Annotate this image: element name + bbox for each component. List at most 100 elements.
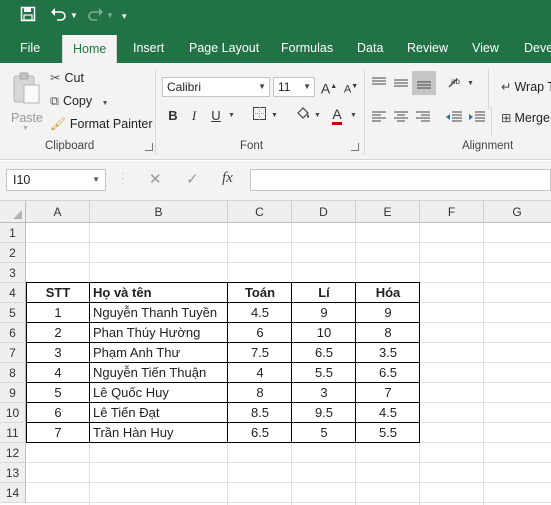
table-cell[interactable]: 4 [26,363,90,383]
bold-button[interactable]: B [162,105,184,127]
table-cell[interactable]: 8 [356,323,420,343]
italic-button[interactable]: I [183,105,205,127]
table-header-cell[interactable]: STT [26,283,90,303]
font-size-combo[interactable]: 11 ▼ [273,77,315,97]
table-cell[interactable]: 3 [26,343,90,363]
formula-input[interactable] [250,169,551,191]
row-header-2[interactable]: 2 [0,243,26,263]
undo-dropdown-icon[interactable]: ▼ [70,6,78,26]
table-cell[interactable]: 5 [26,383,90,403]
table-header-cell[interactable]: Toán [228,283,292,303]
underline-button[interactable]: U [205,105,227,127]
table-cell[interactable]: 5.5 [356,423,420,443]
tab-formulas[interactable]: Formulas [281,33,333,63]
underline-dropdown-icon[interactable]: ▼ [228,112,235,119]
insert-function-icon[interactable]: fx [222,170,233,187]
row-header-11[interactable]: 11 [0,423,26,443]
borders-dropdown-icon[interactable]: ▼ [271,112,278,119]
align-center-icon[interactable] [394,111,408,123]
table-cell[interactable]: Nguyễn Thanh Tuyền [90,303,228,323]
merge-center-button[interactable]: ⊞ Merge [501,110,550,125]
column-header-a[interactable]: A [26,201,90,223]
table-cell[interactable]: 6 [26,403,90,423]
table-cell[interactable]: 1 [26,303,90,323]
row-header-6[interactable]: 6 [0,323,26,343]
row-header-7[interactable]: 7 [0,343,26,363]
table-cell[interactable]: Phạm Anh Thư [90,343,228,363]
increase-indent-icon[interactable] [469,111,485,123]
name-box[interactable]: I10 ▼ [6,169,106,191]
row-header-1[interactable]: 1 [0,223,26,243]
tab-insert[interactable]: Insert [133,33,164,63]
fill-color-button[interactable] [292,105,314,127]
column-header-c[interactable]: C [228,201,292,223]
align-right-icon[interactable] [416,111,430,123]
wrap-text-button[interactable]: ↵ Wrap T [501,79,551,94]
redo-dropdown-icon[interactable]: ▼ [106,6,114,26]
table-cell[interactable]: 4.5 [228,303,292,323]
spreadsheet-grid[interactable]: A B C D E F G 1 2 3 4 5 6 7 8 9 10 11 12 13 14 STT Họ và tên To… [0,201,551,505]
table-cell[interactable]: 5 [292,423,356,443]
table-cell[interactable]: 2 [26,323,90,343]
paste-button[interactable]: Paste ▼ [8,69,44,132]
row-header-5[interactable]: 5 [0,303,26,323]
table-cell[interactable]: 9 [292,303,356,323]
row-header-12[interactable]: 12 [0,443,26,463]
undo-icon[interactable] [50,6,68,27]
column-header-d[interactable]: D [292,201,356,223]
column-header-b[interactable]: B [90,201,228,223]
row-header-14[interactable]: 14 [0,483,26,503]
table-cell[interactable]: 10 [292,323,356,343]
copy-button[interactable]: ⧉ Copy ▼ [50,94,109,109]
borders-button[interactable] [248,105,270,127]
table-cell[interactable]: 3.5 [356,343,420,363]
table-cell[interactable]: 8 [228,383,292,403]
fill-color-dropdown-icon[interactable]: ▼ [314,112,321,119]
orientation-icon[interactable]: ab [447,75,463,89]
column-header-f[interactable]: F [420,201,484,223]
column-header-e[interactable]: E [356,201,420,223]
cut-button[interactable]: ✂ Cut [50,70,84,85]
table-cell[interactable]: Phan Thúy Hường [90,323,228,343]
tab-developer[interactable]: Deve [524,33,551,63]
table-cell[interactable]: 9 [356,303,420,323]
row-header-8[interactable]: 8 [0,363,26,383]
table-cell[interactable]: Lê Tiến Đạt [90,403,228,423]
row-header-13[interactable]: 13 [0,463,26,483]
redo-icon[interactable] [86,6,104,27]
table-cell[interactable]: 6 [228,323,292,343]
align-bottom-button[interactable] [412,71,436,95]
table-cell[interactable]: 8.5 [228,403,292,423]
row-header-10[interactable]: 10 [0,403,26,423]
row-header-3[interactable]: 3 [0,263,26,283]
customize-qat-icon[interactable]: ▾ [122,6,127,26]
row-header-4[interactable]: 4 [0,283,26,303]
shrink-font-button[interactable]: A▼ [340,76,362,98]
table-cell[interactable]: 7 [356,383,420,403]
table-cell[interactable]: Nguyễn Tiến Thuận [90,363,228,383]
table-cell[interactable]: 6.5 [228,423,292,443]
tab-page-layout[interactable]: Page Layout [189,33,259,63]
tab-home[interactable]: Home [62,35,118,63]
table-cell[interactable]: 5.5 [292,363,356,383]
decrease-indent-icon[interactable] [446,111,462,123]
orientation-dropdown-icon[interactable]: ▼ [467,80,474,87]
column-header-g[interactable]: G [484,201,551,223]
table-cell[interactable]: Lê Quốc Huy [90,383,228,403]
cancel-icon[interactable]: ✕ [149,170,162,188]
tab-view[interactable]: View [472,33,499,63]
font-color-button[interactable]: A [326,103,348,125]
table-cell[interactable]: 6.5 [292,343,356,363]
font-name-combo[interactable]: Calibri ▼ [162,77,270,97]
table-header-cell[interactable]: Họ và tên [90,283,228,303]
table-cell[interactable]: 4 [228,363,292,383]
tab-review[interactable]: Review [407,33,448,63]
table-cell[interactable]: 7 [26,423,90,443]
font-launcher-icon[interactable] [351,143,359,151]
table-cell[interactable]: 7.5 [228,343,292,363]
table-cell[interactable]: Trần Hàn Huy [90,423,228,443]
table-cell[interactable]: 6.5 [356,363,420,383]
table-header-cell[interactable]: Lí [292,283,356,303]
align-left-icon[interactable] [372,111,386,123]
clipboard-launcher-icon[interactable] [145,143,153,151]
